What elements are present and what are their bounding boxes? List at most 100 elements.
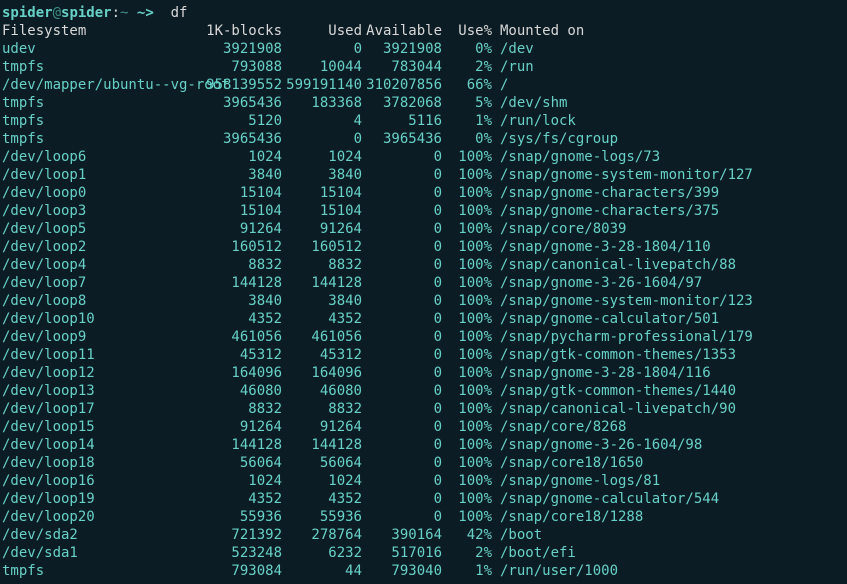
cell-mounted: /snap/gnome-3-28-1804/116 <box>492 364 711 382</box>
cell-used: 144128 <box>282 274 362 292</box>
cell-filesystem: /dev/loop9 <box>2 328 202 346</box>
cell-blocks: 523248 <box>202 544 282 562</box>
cell-filesystem: tmpfs <box>2 130 202 148</box>
cell-avail: 0 <box>362 346 442 364</box>
table-row: /dev/loop71441281441280100%/snap/gnome-3… <box>2 274 845 292</box>
cell-blocks: 5120 <box>202 112 282 130</box>
cell-mounted: /dev <box>492 40 534 58</box>
hdr-usepct: Use% <box>442 22 492 40</box>
cell-avail: 390164 <box>362 526 442 544</box>
cell-filesystem: /dev/mapper/ubuntu--vg-root <box>2 76 202 94</box>
cell-used: 55936 <box>282 508 362 526</box>
cell-usepct: 100% <box>442 364 492 382</box>
cell-used: 8832 <box>282 256 362 274</box>
cell-used: 15104 <box>282 202 362 220</box>
cell-usepct: 100% <box>442 238 492 256</box>
cell-avail: 0 <box>362 400 442 418</box>
table-row: tmpfs793084447930401%/run/user/1000 <box>2 562 845 580</box>
cell-avail: 0 <box>362 292 442 310</box>
hdr-avail: Available <box>362 22 442 40</box>
cell-blocks: 721392 <box>202 526 282 544</box>
cell-filesystem: tmpfs <box>2 58 202 76</box>
cell-blocks: 1024 <box>202 148 282 166</box>
cell-filesystem: /dev/loop1 <box>2 166 202 184</box>
cell-mounted: /snap/core18/1288 <box>492 508 643 526</box>
cell-used: 10044 <box>282 58 362 76</box>
command-text: df <box>171 4 188 22</box>
cell-avail: 0 <box>362 166 442 184</box>
cell-used: 4 <box>282 112 362 130</box>
cell-usepct: 100% <box>442 148 492 166</box>
cell-usepct: 66% <box>442 76 492 94</box>
cell-mounted: /dev/shm <box>492 94 567 112</box>
cell-filesystem: /dev/loop14 <box>2 436 202 454</box>
cell-avail: 0 <box>362 184 442 202</box>
cell-mounted: / <box>492 76 508 94</box>
cell-usepct: 100% <box>442 346 492 364</box>
cell-blocks: 3840 <box>202 166 282 184</box>
cell-usepct: 100% <box>442 256 492 274</box>
cell-usepct: 100% <box>442 202 492 220</box>
cell-mounted: /snap/gnome-system-monitor/127 <box>492 166 753 184</box>
cell-blocks: 144128 <box>202 436 282 454</box>
cell-blocks: 46080 <box>202 382 282 400</box>
table-row: tmpfs793088100447830442%/run <box>2 58 845 76</box>
cell-usepct: 1% <box>442 112 492 130</box>
cell-avail: 3782068 <box>362 94 442 112</box>
cell-avail: 793040 <box>362 562 442 580</box>
cell-filesystem: /dev/loop8 <box>2 292 202 310</box>
cell-mounted: /snap/core18/1650 <box>492 454 643 472</box>
cell-avail: 0 <box>362 382 442 400</box>
cell-avail: 0 <box>362 202 442 220</box>
cell-mounted: /snap/gnome-characters/399 <box>492 184 719 202</box>
cell-blocks: 1024 <box>202 472 282 490</box>
cell-mounted: /run/lock <box>492 112 576 130</box>
cell-avail: 0 <box>362 418 442 436</box>
terminal-window[interactable]: spider @ spider : ~ ~> df Filesystem 1K-… <box>0 0 847 584</box>
cell-used: 8832 <box>282 400 362 418</box>
table-row: /dev/loop1145312453120100%/snap/gtk-comm… <box>2 346 845 364</box>
cell-blocks: 15104 <box>202 202 282 220</box>
cell-used: 0 <box>282 40 362 58</box>
prompt-at: @ <box>53 4 61 22</box>
cell-mounted: /snap/gtk-common-themes/1353 <box>492 346 736 364</box>
cell-filesystem: /dev/loop15 <box>2 418 202 436</box>
cell-blocks: 45312 <box>202 346 282 364</box>
cell-used: 599191140 <box>282 76 362 94</box>
prompt-line[interactable]: spider @ spider : ~ ~> df <box>2 4 845 22</box>
cell-usepct: 100% <box>442 436 492 454</box>
cell-used: 3840 <box>282 166 362 184</box>
table-row: /dev/loop19435243520100%/snap/gnome-calc… <box>2 490 845 508</box>
cell-filesystem: tmpfs <box>2 562 202 580</box>
cell-used: 46080 <box>282 382 362 400</box>
cell-usepct: 100% <box>442 490 492 508</box>
cell-usepct: 0% <box>442 130 492 148</box>
table-row: udev3921908039219080%/dev <box>2 40 845 58</box>
cell-filesystem: /dev/loop13 <box>2 382 202 400</box>
cell-usepct: 100% <box>442 292 492 310</box>
cell-blocks: 461056 <box>202 328 282 346</box>
cell-mounted: /snap/gnome-3-28-1804/110 <box>492 238 711 256</box>
cell-usepct: 100% <box>442 508 492 526</box>
cell-mounted: /snap/gnome-calculator/501 <box>492 310 719 328</box>
cell-usepct: 100% <box>442 220 492 238</box>
cell-avail: 783044 <box>362 58 442 76</box>
table-row: /dev/loop141441281441280100%/snap/gnome-… <box>2 436 845 454</box>
table-row: /dev/loop4883288320100%/snap/canonical-l… <box>2 256 845 274</box>
cell-used: 4352 <box>282 310 362 328</box>
table-row: /dev/loop6102410240100%/snap/gnome-logs/… <box>2 148 845 166</box>
cell-avail: 0 <box>362 238 442 256</box>
cell-mounted: /boot <box>492 526 542 544</box>
cell-blocks: 8832 <box>202 400 282 418</box>
hdr-blocks: 1K-blocks <box>202 22 282 40</box>
prompt-path: ~ <box>120 4 128 22</box>
cell-blocks: 55936 <box>202 508 282 526</box>
cell-filesystem: /dev/loop12 <box>2 364 202 382</box>
cell-mounted: /boot/efi <box>492 544 576 562</box>
cell-usepct: 100% <box>442 472 492 490</box>
df-rows: udev3921908039219080%/devtmpfs7930881004… <box>2 40 845 580</box>
cell-used: 160512 <box>282 238 362 256</box>
table-row: tmpfs5120451161%/run/lock <box>2 112 845 130</box>
cell-blocks: 3965436 <box>202 130 282 148</box>
cell-avail: 0 <box>362 274 442 292</box>
